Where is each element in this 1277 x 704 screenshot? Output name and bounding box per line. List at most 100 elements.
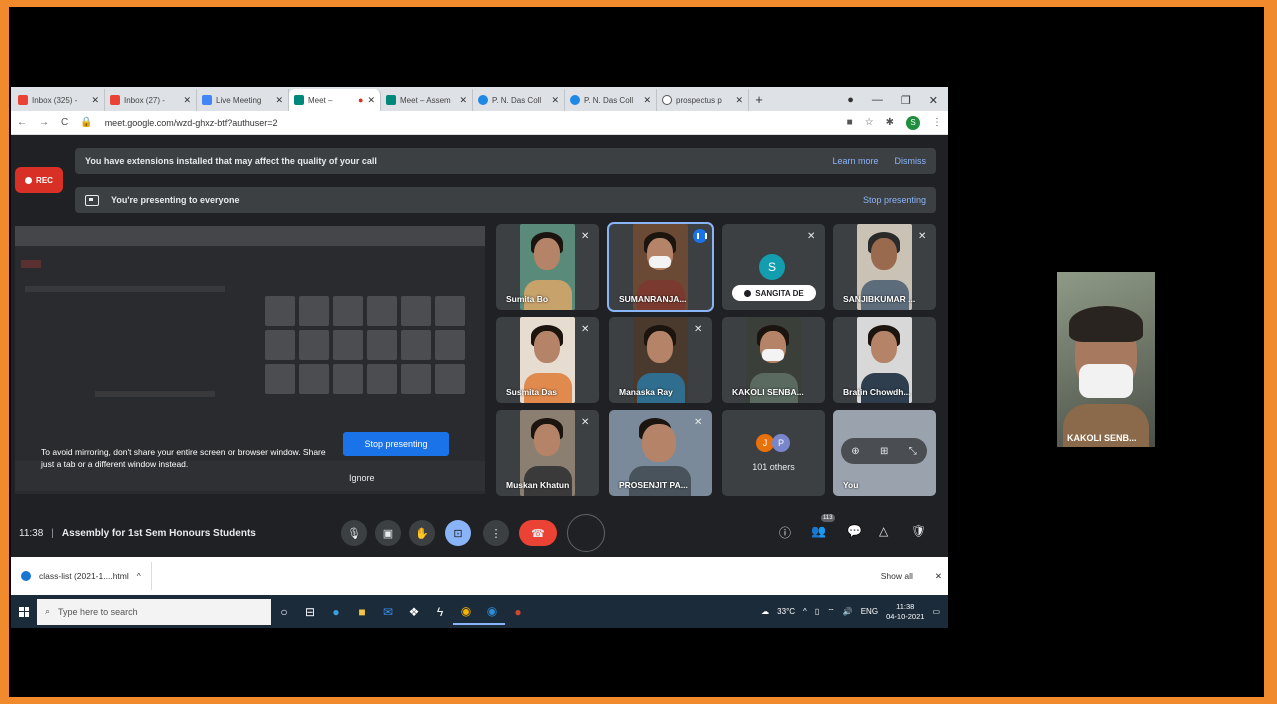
cortana-icon[interactable]: ○ <box>271 599 297 625</box>
info-icon[interactable]: ⓘ <box>779 524 791 541</box>
mic-off-icon: ✕ <box>694 324 703 335</box>
tab-pn-das-2[interactable]: P. N. Das Coll ✕ <box>565 89 657 111</box>
dismiss-button[interactable]: Dismiss <box>895 156 927 166</box>
participant-tile[interactable]: Bratin Chowdh... <box>833 317 936 403</box>
powerpoint-icon[interactable]: ● <box>505 599 531 625</box>
tab-prospectus[interactable]: prospectus p ✕ <box>657 89 749 111</box>
participant-tile[interactable]: ✕ S SANGITA DE <box>722 224 825 310</box>
speaking-indicator-icon <box>693 229 707 243</box>
clock[interactable]: 11:38 04-10-2021 <box>886 602 924 622</box>
file-explorer-icon[interactable]: ■ <box>349 599 375 625</box>
close-tab-icon[interactable]: ✕ <box>367 95 375 106</box>
start-button[interactable] <box>11 606 37 617</box>
leave-call-button[interactable]: ☎ <box>519 520 557 546</box>
weather-icon[interactable]: ☁ <box>761 607 769 616</box>
bookmark-star-icon[interactable]: ☆ <box>865 117 874 128</box>
pin-icon[interactable]: ⊕ <box>851 446 859 457</box>
edge-icon[interactable]: ● <box>323 599 349 625</box>
close-window-icon[interactable]: ✕ <box>929 94 938 107</box>
hand-icon: ✋ <box>415 527 429 540</box>
volume-icon[interactable]: 🔊 <box>843 607 853 616</box>
temperature[interactable]: 33°C <box>777 607 795 616</box>
system-tray: ☁ 33°C ^ ▯ ⌔ 🔊 ENG 11:38 04-10-2021 ▭ <box>761 602 948 622</box>
lock-icon: 🔒 <box>80 117 93 128</box>
tab-meet-assembly[interactable]: Meet – Assem ✕ <box>381 89 473 111</box>
more-options-button[interactable]: ⋮ <box>483 520 509 546</box>
participant-tile[interactable]: ✕ PROSENJIT PA... <box>609 410 712 496</box>
mail-icon[interactable]: ✉ <box>375 599 401 625</box>
network-icon[interactable]: ⌔ <box>827 607 835 617</box>
minimize-icon[interactable]: — <box>872 94 883 106</box>
restore-icon[interactable]: ❐ <box>901 94 911 107</box>
record-dot-icon <box>25 176 33 184</box>
close-tab-icon[interactable]: ✕ <box>551 95 559 106</box>
close-tab-icon[interactable]: ✕ <box>91 95 99 106</box>
chevron-up-icon[interactable]: ^ <box>803 607 807 616</box>
tab-search-icon[interactable]: ● <box>847 94 854 106</box>
task-view-icon[interactable]: ⊟ <box>297 599 323 625</box>
meet-control-bar: 11:38 | Assembly for 1st Sem Honours Stu… <box>11 509 948 557</box>
notifications-icon[interactable]: ▭ <box>932 607 940 616</box>
close-tab-icon[interactable]: ✕ <box>183 95 191 106</box>
reload-icon[interactable]: C <box>61 117 68 128</box>
self-tile[interactable]: ⊕ ⊞ ⤡ You <box>833 410 936 496</box>
tab-meet-active[interactable]: Meet – ● ✕ <box>289 89 381 111</box>
people-count-badge: 113 <box>821 514 835 522</box>
host-controls-icon[interactable]: 🛡 <box>911 524 926 538</box>
raise-hand-button[interactable]: ✋ <box>409 520 435 546</box>
ignore-button[interactable]: Ignore <box>349 473 375 483</box>
participant-tile[interactable]: ✕ Muskan Khatun <box>496 410 599 496</box>
present-button[interactable]: ⊡ <box>445 520 471 546</box>
minimize-self-icon[interactable]: ⤡ <box>909 446 917 457</box>
edge-app-icon[interactable]: ◉ <box>479 599 505 625</box>
reaction-ring[interactable] <box>567 514 605 552</box>
tab-pn-das-1[interactable]: P. N. Das Coll ✕ <box>473 89 565 111</box>
language-indicator[interactable]: ENG <box>861 607 878 616</box>
back-icon[interactable]: ← <box>17 117 27 128</box>
close-icon[interactable]: ✕ <box>935 571 942 582</box>
close-tab-icon[interactable]: ✕ <box>275 95 283 106</box>
grid-icon[interactable]: ⊞ <box>880 446 888 457</box>
mic-button[interactable]: 🎙 <box>341 520 367 546</box>
close-tab-icon[interactable]: ✕ <box>735 95 743 106</box>
winamp-icon[interactable]: ϟ <box>427 599 453 625</box>
participant-tile-active[interactable]: SUMANRANJA... <box>607 222 714 312</box>
tab-inbox-325[interactable]: Inbox (325) - ✕ <box>13 89 105 111</box>
participant-tile[interactable]: ✕ SANJIBKUMAR ... <box>833 224 936 310</box>
show-all-button[interactable]: Show all <box>881 571 913 581</box>
chat-icon[interactable]: 💬 <box>847 524 862 538</box>
forward-icon[interactable]: → <box>39 117 49 128</box>
tab-live-meeting[interactable]: Live Meeting ✕ <box>197 89 289 111</box>
chrome-icon[interactable]: ◉ <box>453 599 479 625</box>
chevron-up-icon[interactable]: ^ <box>137 571 141 581</box>
camera-permission-icon[interactable]: ■ <box>847 117 853 128</box>
taskbar-search[interactable]: ⌕ Type here to search <box>37 598 271 625</box>
meet-window: REC You have extensions installed that m… <box>11 135 948 557</box>
participant-tile[interactable]: ✕ Susmita Das <box>496 317 599 403</box>
learn-more-link[interactable]: Learn more <box>832 156 878 166</box>
close-tab-icon[interactable]: ✕ <box>643 95 651 106</box>
profile-avatar[interactable]: S <box>906 115 920 130</box>
stop-presenting-link[interactable]: Stop presenting <box>863 195 926 205</box>
pin-icon <box>744 289 752 297</box>
activities-icon[interactable]: △ <box>879 524 888 538</box>
participant-tile[interactable]: KAKOLI SENBA... <box>722 317 825 403</box>
camera-icon: ▣ <box>382 527 394 540</box>
stop-presenting-button[interactable]: Stop presenting <box>343 432 449 456</box>
windows-logo-icon <box>19 606 29 617</box>
download-item[interactable]: class-list (2021-1....html ^ <box>17 562 152 590</box>
gmail-icon <box>110 95 120 105</box>
participant-tile[interactable]: ✕ Manaska Ray <box>609 317 712 403</box>
others-tile[interactable]: J P 101 others <box>722 410 825 496</box>
people-icon[interactable]: 👥 113 <box>811 514 835 538</box>
menu-kebab-icon[interactable]: ⋮ <box>932 117 942 128</box>
tab-inbox-27[interactable]: Inbox (27) - ✕ <box>105 89 197 111</box>
participant-tile[interactable]: ✕ Sumita Bo <box>496 224 599 310</box>
close-tab-icon[interactable]: ✕ <box>459 95 467 106</box>
extensions-icon[interactable]: ✱ <box>886 117 894 128</box>
new-tab-icon[interactable]: + <box>749 89 769 111</box>
url-field[interactable]: meet.google.com/wzd-ghxz-btf?authuser=2 <box>105 118 278 128</box>
camera-button[interactable]: ▣ <box>375 520 401 546</box>
battery-icon[interactable]: ▯ <box>815 607 819 616</box>
dropbox-icon[interactable]: ❖ <box>401 599 427 625</box>
